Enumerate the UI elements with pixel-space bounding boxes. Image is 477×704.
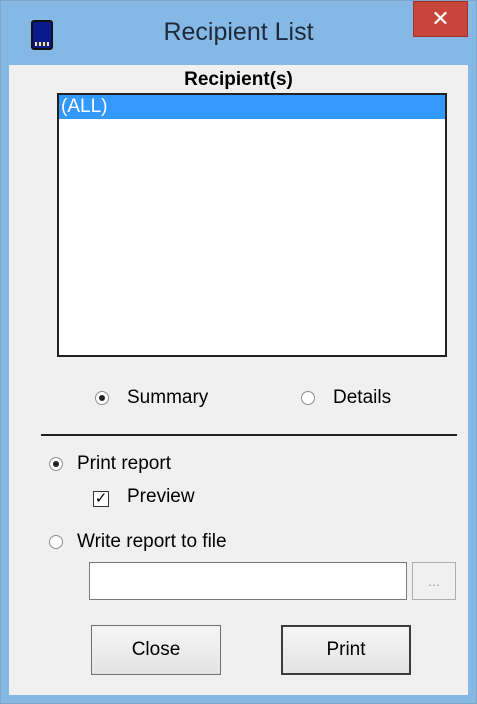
file-path-input[interactable] [89,562,407,600]
window-title: Recipient List [163,18,314,46]
dialog-body: Recipient(s) (ALL) Summary Details Print… [9,65,468,695]
checkmark-icon: ✓ [94,490,108,507]
recipients-label: Recipient(s) [184,69,293,90]
close-button[interactable]: Close [91,625,221,675]
preview-checkbox[interactable]: ✓ [93,491,109,507]
write-to-file-label[interactable]: Write report to file [77,531,227,553]
close-icon: ✕ [431,6,450,31]
print-report-radio[interactable] [49,457,63,471]
list-item[interactable]: (ALL) [59,95,445,119]
preview-label[interactable]: Preview [127,486,195,508]
details-radio[interactable] [301,391,315,405]
print-button[interactable]: Print [281,625,411,675]
summary-radio[interactable] [95,391,109,405]
summary-label[interactable]: Summary [127,387,208,409]
write-to-file-radio[interactable] [49,535,63,549]
recipient-list-window: Recipient List ✕ Recipient(s) (ALL) Summ… [0,0,477,704]
title-bar[interactable]: Recipient List ✕ [1,1,476,50]
browse-button[interactable]: ... [412,562,456,600]
print-report-label[interactable]: Print report [77,453,171,475]
recipients-listbox[interactable]: (ALL) [57,93,447,357]
details-label[interactable]: Details [333,387,391,409]
divider [41,434,457,436]
close-window-button[interactable]: ✕ [413,1,468,37]
